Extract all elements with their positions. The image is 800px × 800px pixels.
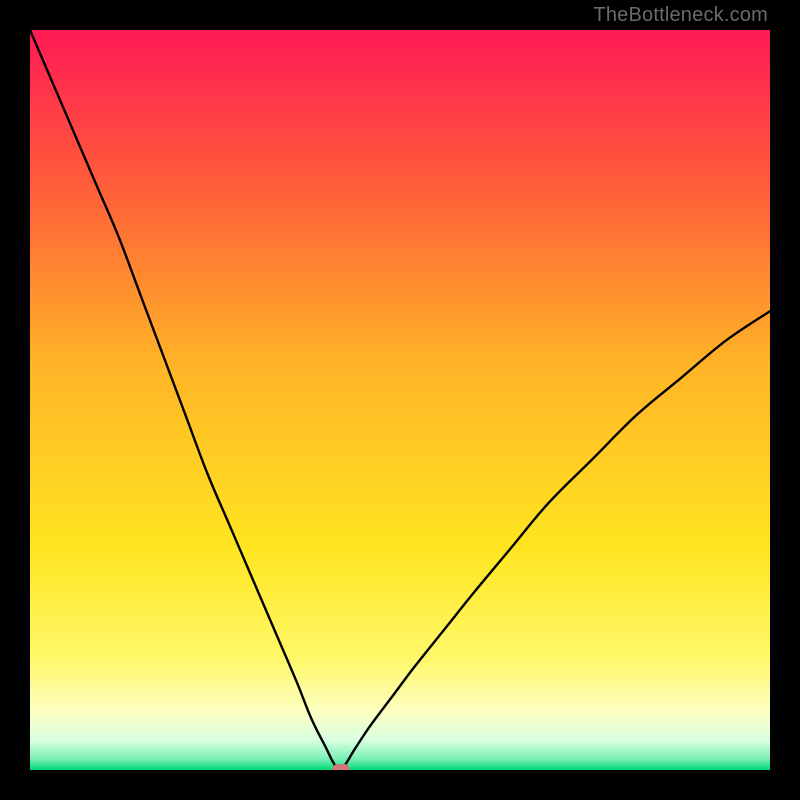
bottleneck-curve [30,30,770,770]
watermark-text: TheBottleneck.com [593,4,768,27]
chart-area [30,30,770,770]
minimum-marker [332,764,350,770]
